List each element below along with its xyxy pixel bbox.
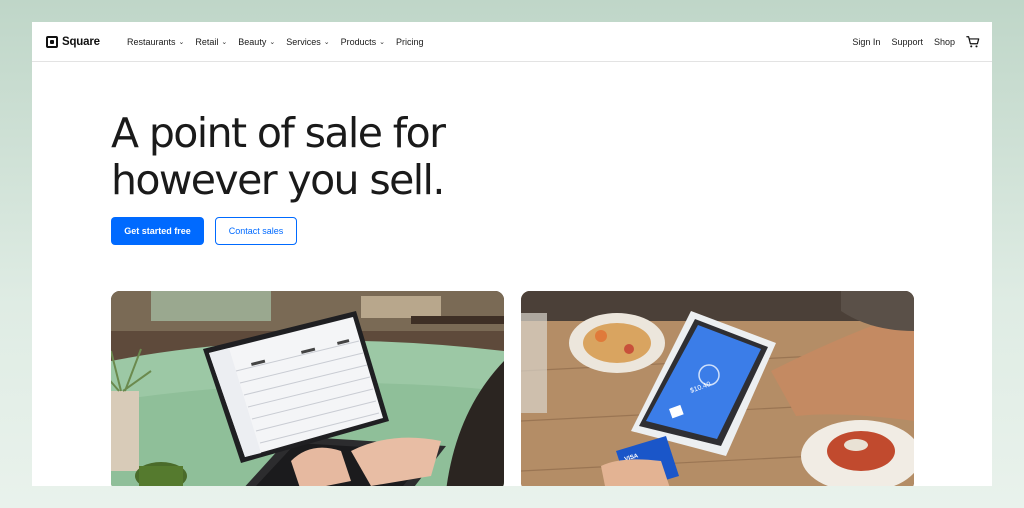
- menu-item-pricing[interactable]: Pricing: [396, 37, 424, 47]
- menu-label: Beauty: [238, 37, 267, 47]
- top-navbar: Square Restaurants ⌄ Retail ⌄ Beauty ⌄ S…: [32, 22, 992, 62]
- menu-item-products[interactable]: Products ⌄: [341, 37, 385, 47]
- menu-item-restaurants[interactable]: Restaurants ⌄: [127, 37, 184, 47]
- support-link[interactable]: Support: [891, 37, 923, 47]
- hero-headline-line-2: however you sell.: [111, 156, 445, 204]
- laptop-scene-illustration: [111, 291, 504, 486]
- contact-sales-button[interactable]: Contact sales: [215, 217, 297, 245]
- chevron-down-icon: ⌄: [323, 39, 330, 46]
- menu-item-services[interactable]: Services ⌄: [286, 37, 329, 47]
- cart-icon[interactable]: [966, 35, 980, 49]
- hero-headline-line-1: A point of sale for: [111, 109, 446, 157]
- terminal-scene-illustration: $10.40 VISA: [521, 291, 914, 486]
- menu-label: Restaurants: [127, 37, 176, 47]
- chevron-down-icon: ⌄: [269, 39, 276, 46]
- menu-label: Retail: [195, 37, 219, 47]
- chevron-down-icon: ⌄: [178, 39, 185, 46]
- menu-label: Services: [286, 37, 321, 47]
- menu-label: Pricing: [396, 37, 424, 47]
- sign-in-link[interactable]: Sign In: [852, 37, 880, 47]
- laptop-dashboard-photo: [111, 291, 504, 486]
- square-logo-icon: [46, 36, 58, 48]
- hero-headline: A point of sale for however you sell.: [111, 109, 446, 204]
- menu-label: Products: [340, 37, 377, 47]
- get-started-button[interactable]: Get started free: [111, 217, 204, 245]
- chevron-down-icon: ⌄: [221, 39, 228, 46]
- brand-name: Square: [62, 36, 100, 48]
- menu-item-beauty[interactable]: Beauty ⌄: [238, 37, 275, 47]
- square-logo[interactable]: Square: [46, 36, 100, 48]
- page: Square Restaurants ⌄ Retail ⌄ Beauty ⌄ S…: [32, 22, 992, 486]
- main-menu: Restaurants ⌄ Retail ⌄ Beauty ⌄ Services…: [127, 22, 424, 62]
- utility-nav: Sign In Support Shop: [852, 22, 980, 62]
- chevron-down-icon: ⌄: [379, 39, 385, 46]
- menu-item-retail[interactable]: Retail ⌄: [195, 37, 227, 47]
- card-terminal-payment-photo: $10.40 VISA: [521, 291, 914, 486]
- shop-link[interactable]: Shop: [934, 37, 955, 47]
